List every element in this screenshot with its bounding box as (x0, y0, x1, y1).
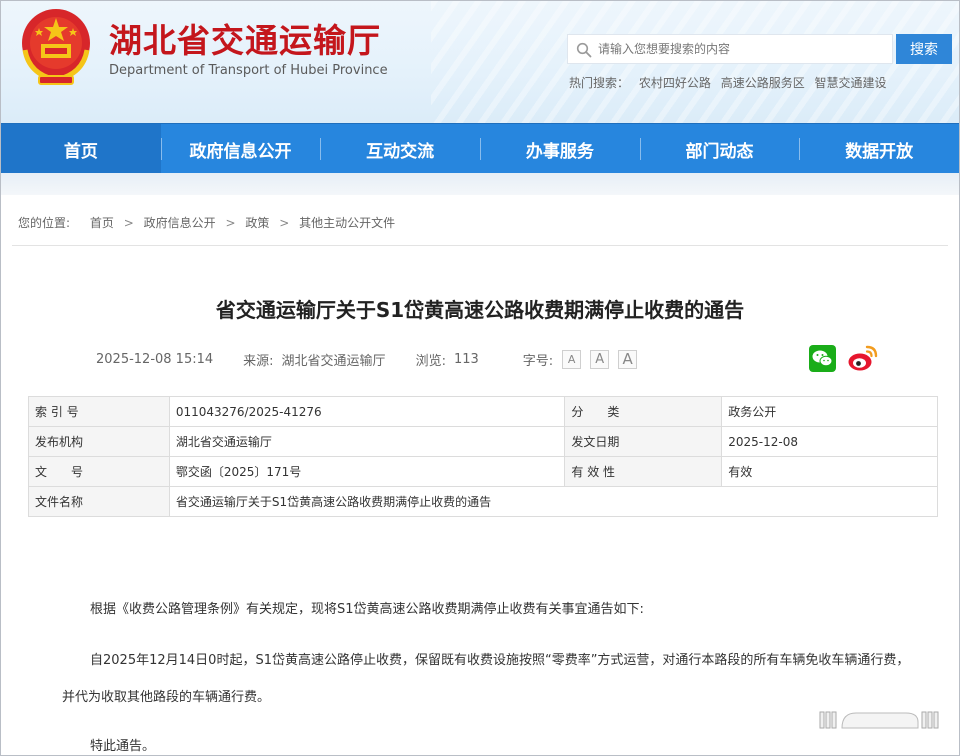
source-label: 来源: (243, 354, 274, 369)
font-size-medium-button[interactable]: A (590, 350, 610, 369)
table-row: 索 引 号 011043276/2025-41276 分 类 政务公开 (28, 396, 938, 427)
info-key: 有 效 性 (564, 456, 723, 487)
info-key: 索 引 号 (28, 396, 170, 427)
info-key: 发布机构 (28, 426, 170, 457)
breadcrumb-separator: > (225, 216, 236, 230)
nav-shadow-band (1, 173, 959, 195)
info-value: 政务公开 (721, 396, 938, 427)
weibo-icon[interactable] (847, 344, 878, 373)
breadcrumb-separator: > (123, 216, 134, 230)
views-count: 113 (453, 352, 479, 367)
breadcrumb-item-other-files[interactable]: 其他主动公开文件 (299, 216, 395, 230)
article-meta: 2025-12-08 15:14 来源: 湖北省交通运输厅 浏览: 113 字号… (96, 350, 638, 369)
hot-search-label: 热门搜索： (569, 76, 630, 90)
source-value: 湖北省交通运输厅 (281, 354, 386, 369)
wechat-icon[interactable] (809, 345, 836, 372)
site-title: 湖北省交通运输厅 (109, 21, 381, 60)
table-row: 发布机构 湖北省交通运输厅 发文日期 2025-12-08 (28, 426, 938, 457)
search-box (567, 34, 893, 64)
article-title: 省交通运输厅关于S1岱黄高速公路收费期满停止收费的通告 (215, 298, 745, 322)
font-size-label: 字号: (522, 354, 554, 369)
breadcrumb-label: 您的位置: (18, 216, 71, 230)
font-size-small-button[interactable]: A (562, 350, 582, 369)
publish-date: 2025-12-08 15:14 (96, 352, 214, 367)
body-paragraph: 自2025年12月14日0时起，S1岱黄高速公路停止收费，保留既有收费设施按照“… (90, 653, 910, 668)
site-header: 湖北省交通运输厅 Department of Transport of Hube… (1, 1, 959, 123)
watermark-logo (819, 711, 939, 729)
nav-item-open-data[interactable]: 数据开放 (799, 124, 959, 174)
document-info-table: 索 引 号 011043276/2025-41276 分 类 政务公开 发布机构… (28, 396, 939, 517)
nav-item-department-news[interactable]: 部门动态 (639, 124, 800, 174)
views-label: 浏览: (415, 354, 446, 369)
nav-item-interaction[interactable]: 互动交流 (320, 124, 480, 174)
main-nav: 首页 政府信息公开 互动交流 办事服务 部门动态 数据开放 (1, 123, 959, 174)
nav-item-home[interactable]: 首页 (1, 124, 161, 174)
search-icon (576, 42, 592, 58)
info-value: 011043276/2025-41276 (168, 396, 566, 427)
breadcrumb: 您的位置: 首页 > 政府信息公开 > 政策 > 其他主动公开文件 (18, 214, 395, 231)
nav-item-services[interactable]: 办事服务 (480, 124, 640, 174)
hot-search: 热门搜索： 农村四好公路 高速公路服务区 智慧交通建设 (569, 74, 887, 91)
font-size-large-button[interactable]: A (618, 350, 638, 369)
info-value: 2025-12-08 (721, 426, 938, 457)
breadcrumb-item-policy[interactable]: 政策 (245, 216, 269, 230)
breadcrumb-separator: > (279, 216, 290, 230)
info-key: 分 类 (564, 396, 723, 427)
table-row: 文 号 鄂交函〔2025〕171号 有 效 性 有效 (28, 456, 938, 487)
info-key: 发文日期 (564, 426, 723, 457)
info-key: 文件名称 (28, 486, 170, 517)
nav-item-gov-info[interactable]: 政府信息公开 (160, 124, 321, 174)
info-key: 文 号 (28, 456, 170, 487)
hot-search-link[interactable]: 农村四好公路 (639, 76, 711, 90)
breadcrumb-item-home[interactable]: 首页 (90, 216, 114, 230)
body-paragraph: 根据《收费公路管理条例》有关规定，现将S1岱黄高速公路收费期满停止收费有关事宜通… (90, 602, 644, 617)
hot-search-link[interactable]: 高速公路服务区 (721, 76, 805, 90)
body-paragraph: 特此通告。 (90, 739, 156, 754)
info-value: 有效 (721, 456, 938, 487)
info-value: 鄂交函〔2025〕171号 (168, 456, 566, 487)
national-emblem-logo[interactable] (17, 6, 95, 88)
table-row: 文件名称 省交通运输厅关于S1岱黄高速公路收费期满停止收费的通告 (28, 486, 939, 517)
body-paragraph: 并代为收取其他路段的车辆通行费。 (62, 690, 271, 705)
search-input[interactable] (598, 35, 890, 63)
info-value: 省交通运输厅关于S1岱黄高速公路收费期满停止收费的通告 (168, 486, 939, 517)
breadcrumb-divider (12, 245, 948, 246)
info-value: 湖北省交通运输厅 (168, 426, 566, 457)
site-subtitle: Department of Transport of Hubei Provinc… (109, 63, 388, 78)
hot-search-link[interactable]: 智慧交通建设 (815, 76, 887, 90)
breadcrumb-item-gov-info[interactable]: 政府信息公开 (144, 216, 216, 230)
search-button[interactable]: 搜索 (896, 34, 952, 64)
